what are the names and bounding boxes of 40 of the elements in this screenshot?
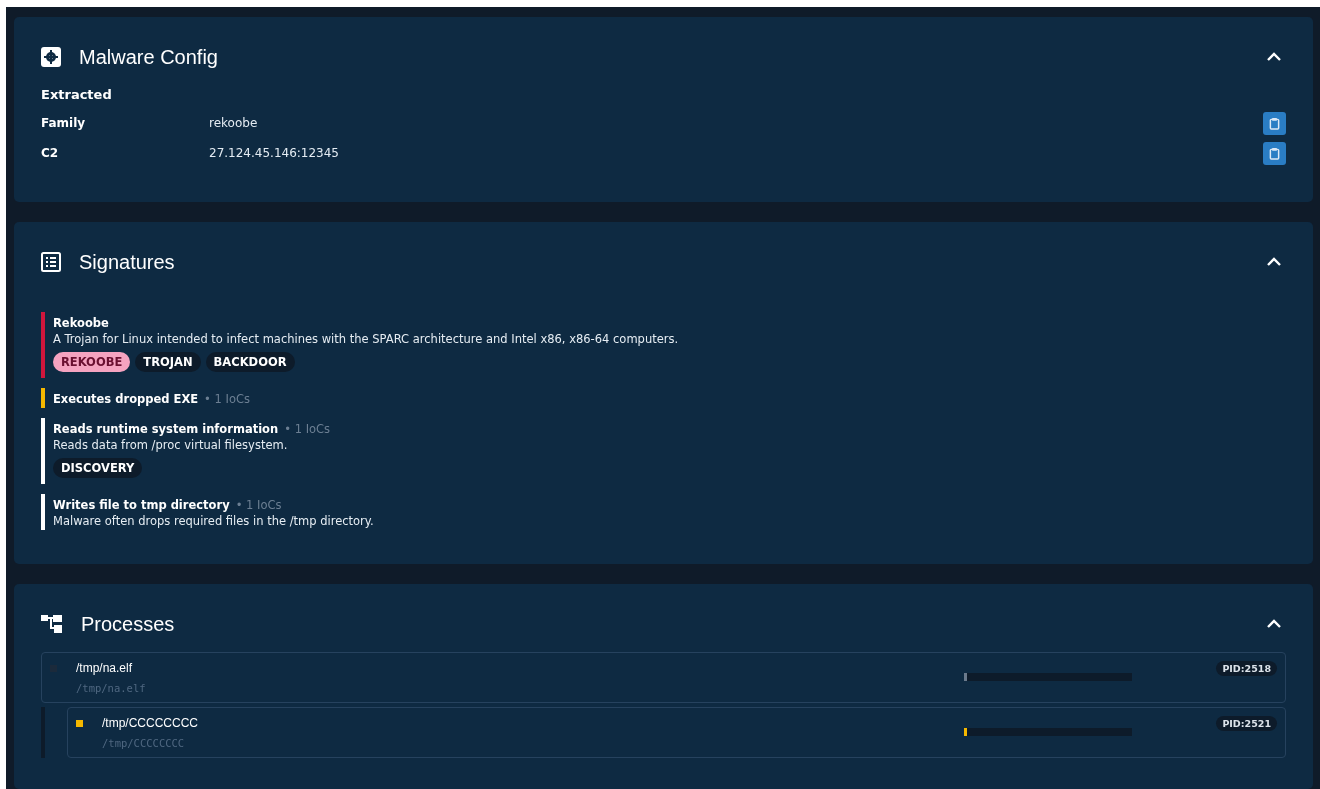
clipboard-icon [1269, 116, 1280, 130]
ioc-count: • 1 IoCs [284, 422, 331, 436]
process-name: /tmp/CCCCCCCC [102, 716, 199, 730]
config-label: Family [41, 116, 87, 130]
extracted-heading: Extracted [41, 87, 113, 102]
tag: TROJAN [135, 352, 201, 372]
tree-icon [41, 614, 63, 634]
clipboard-icon [1269, 146, 1280, 160]
signature-description: Reads data from /proc virtual filesystem. [53, 438, 289, 452]
process-row[interactable]: /tmp/CCCCCCCC /tmp/CCCCCCCC PID:2521 [67, 707, 1286, 758]
ioc-count: • 1 IoCs [235, 498, 282, 512]
config-value: rekoobe [209, 116, 259, 130]
signature-description: Malware often drops required files in the /tmp directory. [53, 514, 374, 528]
process-command: /tmp/CCCCCCCC [102, 737, 186, 749]
config-value: 27.124.45.146:12345 [209, 146, 340, 160]
section-title: Malware Config [79, 45, 219, 69]
tag: BACKDOOR [205, 352, 295, 372]
tag: DISCOVERY [53, 458, 143, 478]
signature-name: Executes dropped EXE [53, 392, 199, 406]
section-title: Signatures [79, 250, 176, 274]
signature-description: A Trojan for Linux intended to infect machines with the SPARC architecture and Intel x86, x86-64 computers. [53, 332, 679, 346]
signature-name: Reads runtime system information [53, 422, 279, 436]
signature-name: Writes file to tmp directory [53, 498, 230, 512]
process-name: /tmp/na.elf [76, 661, 134, 675]
chevron-up-icon [1266, 52, 1282, 62]
process-row[interactable]: /tmp/na.elf /tmp/na.elf PID:2518 [41, 652, 1286, 703]
gear-icon [41, 47, 61, 67]
copy-button[interactable] [1263, 111, 1286, 135]
chevron-up-icon [1266, 257, 1282, 267]
copy-button[interactable] [1263, 141, 1286, 165]
signature-name: Rekoobe [53, 316, 109, 330]
tag: REKOOBE [53, 352, 131, 372]
config-label: C2 [41, 146, 60, 160]
pid-badge: PID:2518 [1216, 661, 1277, 676]
chevron-up-icon [1266, 619, 1282, 629]
section-title: Processes [81, 612, 176, 636]
ioc-count: • 1 IoCs [204, 392, 250, 406]
pid-badge: PID:2521 [1216, 716, 1277, 731]
list-icon [41, 252, 61, 272]
process-command: /tmp/na.elf [76, 682, 147, 694]
